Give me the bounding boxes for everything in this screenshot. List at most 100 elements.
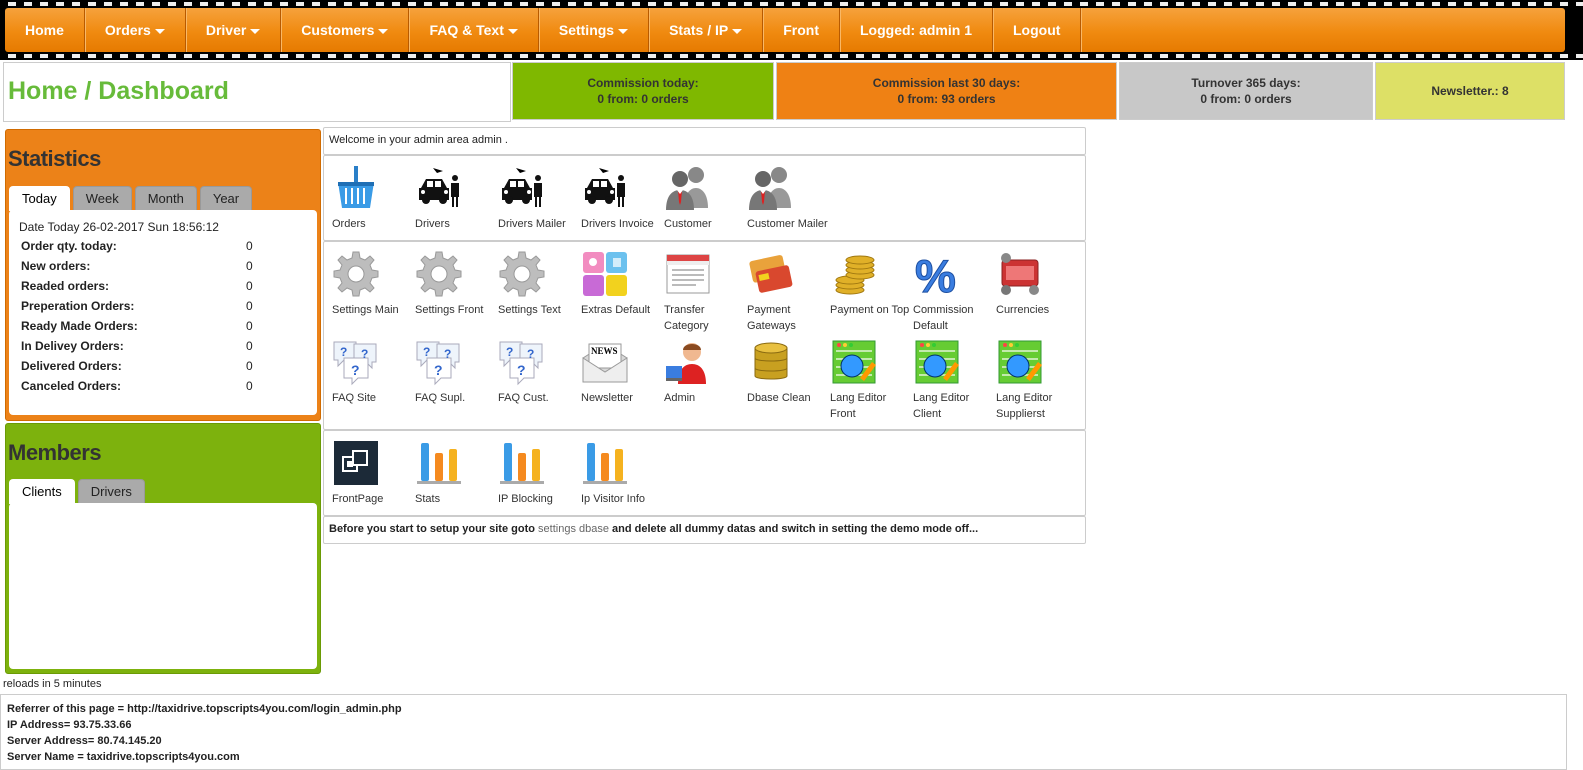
shortcut-currencies[interactable]: Currencies (994, 244, 1077, 332)
shortcut-dbase-clean[interactable]: Dbase Clean (745, 332, 828, 420)
members-body (9, 503, 317, 669)
shortcut-label: Settings Front (415, 304, 484, 316)
svg-text:?: ? (527, 347, 534, 361)
shortcut-extras-default[interactable]: Extras Default (579, 244, 662, 332)
shortcut-customer[interactable]: Customer (662, 158, 745, 246)
shortcut-lang-editor-front[interactable]: Lang Editor Front (828, 332, 911, 420)
settings-dbase-link[interactable]: settings dbase (538, 523, 609, 535)
newsletter-icon: NEWS (581, 338, 629, 386)
shortcut-settings-main[interactable]: Settings Main (330, 244, 413, 332)
icon-group-settings: Settings Main Settings Front Settings Text… (323, 241, 1086, 430)
page-title: Home / Dashboard (8, 77, 229, 105)
shortcut-lang-editor-supplierst[interactable]: Lang Editor Supplierst (994, 332, 1077, 420)
shortcut-label: Transfer Category (664, 304, 709, 332)
shortcut-orders[interactable]: Orders (330, 158, 413, 246)
nav-item-7[interactable]: Front (763, 8, 840, 52)
statistics-row-label: New orders: (21, 259, 91, 273)
caret-down-icon (250, 28, 261, 34)
nav-item-2[interactable]: Driver (186, 8, 282, 52)
statistics-row: Delivered Orders: 0 (9, 356, 317, 376)
nav-item-3[interactable]: Customers (281, 8, 410, 52)
shortcut-settings-text[interactable]: Settings Text (496, 244, 579, 332)
welcome-text: Welcome in your admin area admin . (329, 134, 508, 146)
welcome-box: Welcome in your admin area admin . (323, 127, 1086, 155)
nav-item-4[interactable]: FAQ & Text (409, 8, 539, 52)
statistics-row-value: 0 (246, 379, 253, 393)
turnover-box: Turnover 365 days: 0 from: 0 orders (1119, 62, 1373, 120)
server-info-line: Server Name = taxidrive.topscripts4you.c… (7, 751, 240, 763)
shortcut-ip-blocking[interactable]: IP Blocking (496, 433, 579, 521)
statistics-panel: Statistics Today Week Month Year Date Today… (5, 129, 321, 421)
server-info-line: Server Address= 80.74.145.20 (7, 735, 162, 747)
shortcut-stats[interactable]: Stats (413, 433, 496, 521)
percent-icon: % (913, 250, 961, 303)
gear-icon (415, 250, 463, 298)
statistics-tab-3[interactable]: Year (199, 186, 253, 211)
nav-item-0[interactable]: Home (5, 8, 85, 52)
shortcut-drivers-mailer[interactable]: Drivers Mailer (496, 158, 579, 246)
svg-text:?: ? (444, 347, 451, 361)
shortcut-label: Lang Editor Supplierst (996, 392, 1053, 420)
shortcut-ip-visitor-info[interactable]: Ip Visitor Info (579, 433, 662, 521)
statistics-tab-2[interactable]: Month (134, 186, 197, 211)
nav-label: Orders (104, 22, 151, 38)
members-tab-1[interactable]: Drivers (77, 479, 145, 504)
shortcut-customer-mailer[interactable]: Customer Mailer (745, 158, 828, 246)
nav-item-5[interactable]: Settings (539, 8, 650, 52)
shortcut-faq-supl-[interactable]: ??? FAQ Supl. (413, 332, 496, 420)
statistics-rows: Order qty. today: 0 New orders: 0 Readed ord… (9, 236, 317, 396)
nav-item-6[interactable]: Stats / IP (649, 8, 764, 52)
nav-label: Customers (301, 22, 375, 38)
nav-label: Settings (558, 22, 615, 38)
caret-down-icon (732, 28, 743, 34)
shortcut-label: Settings Main (332, 304, 399, 316)
statistics-tab-1[interactable]: Week (72, 186, 132, 211)
shortcut-frontpage[interactable]: FrontPage (330, 433, 413, 521)
shortcut-payment-gateways[interactable]: Payment Gateways (745, 244, 828, 332)
nav-item-9[interactable]: Logout (993, 8, 1082, 52)
shortcut-newsletter[interactable]: NEWS Newsletter (579, 332, 662, 420)
svg-text:?: ? (423, 345, 430, 359)
shortcut-settings-front[interactable]: Settings Front (413, 244, 496, 332)
nav-item-8[interactable]: Logged: admin 1 (840, 8, 993, 52)
svg-text:?: ? (351, 362, 360, 378)
top-navigation: Home Orders Driver Customers FAQ & Text Setti… (0, 0, 1583, 60)
statistics-row-value: 0 (246, 259, 253, 273)
taxi-driver-icon (415, 164, 463, 212)
coins-icon (830, 250, 878, 298)
nav-label: Home (25, 22, 64, 38)
shortcut-faq-cust-[interactable]: ??? FAQ Cust. (496, 332, 579, 420)
members-tab-0[interactable]: Clients (9, 479, 75, 504)
statistics-row-label: Delivered Orders: (21, 359, 122, 373)
icon-group-orders: Orders Drivers Drivers Mailer Drivers Invoi… (323, 155, 1086, 241)
shortcut-label: Currencies (996, 304, 1050, 316)
newsletter-count: Newsletter.: 8 (1431, 84, 1509, 98)
nav-label: Front (783, 22, 819, 38)
shortcut-transfer-category[interactable]: Transfer Category (662, 244, 745, 332)
statistics-tab-0[interactable]: Today (9, 186, 70, 211)
shortcut-payment-on-top[interactable]: Payment on Top (828, 244, 911, 332)
icon-group-stats: FrontPage Stats IP Blocking Ip Visitor Info (323, 430, 1086, 516)
shortcut-admin[interactable]: Admin (662, 332, 745, 420)
shortcut-commission-default[interactable]: % Commission Default (911, 244, 994, 333)
shortcut-lang-editor-client[interactable]: Lang Editor Client (911, 332, 994, 420)
commission-today-value: 0 from: 0 orders (597, 92, 689, 106)
shortcut-drivers[interactable]: Drivers (413, 158, 496, 246)
shortcut-drivers-invoice[interactable]: Drivers Invoice (579, 158, 662, 246)
frontpage-icon (332, 439, 380, 487)
bar-chart-icon (415, 439, 463, 487)
nav-item-1[interactable]: Orders (85, 8, 186, 52)
shortcut-label: Settings Text (498, 304, 561, 316)
commission-30-value: 0 from: 93 orders (897, 92, 996, 106)
nav-label: Logged: admin 1 (860, 22, 972, 38)
turnover-value: 0 from: 0 orders (1200, 92, 1292, 106)
newsletter-box: Newsletter.: 8 (1375, 62, 1565, 120)
statistics-row-value: 0 (246, 239, 253, 253)
nav-label: Driver (205, 22, 247, 38)
shortcut-faq-site[interactable]: ??? FAQ Site (330, 332, 413, 420)
shortcut-label: Customer Mailer (747, 218, 828, 230)
shortcut-label: FAQ Site (332, 392, 377, 404)
taxi-driver-icon (581, 164, 629, 212)
statistics-row: Readed orders: 0 (9, 276, 317, 296)
shortcut-label: Dbase Clean (747, 392, 811, 404)
